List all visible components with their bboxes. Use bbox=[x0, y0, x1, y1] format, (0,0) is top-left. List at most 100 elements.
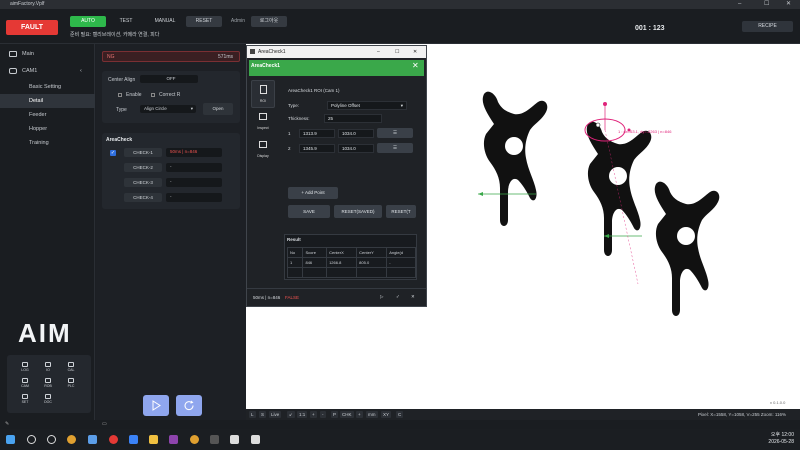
folder-icon[interactable] bbox=[149, 435, 158, 444]
cell-score: 846 bbox=[302, 257, 328, 268]
log-icon bbox=[22, 362, 28, 367]
logout-button[interactable]: 로그아웃 bbox=[251, 16, 287, 27]
recipe-button[interactable]: RECIPE bbox=[742, 21, 793, 32]
zoom-1-1-button[interactable]: 1:1 bbox=[297, 411, 308, 418]
zoom-in-button[interactable]: + bbox=[310, 411, 317, 418]
nav-item-hopper[interactable]: Hopper bbox=[0, 122, 95, 136]
maximize-icon[interactable]: ☐ bbox=[395, 46, 399, 58]
task-view-icon[interactable] bbox=[47, 435, 56, 444]
tool-label: IO bbox=[46, 368, 50, 372]
enable-checkbox[interactable] bbox=[118, 93, 122, 97]
type-select-value: Align Circle bbox=[144, 106, 167, 111]
aim-app-icon[interactable] bbox=[210, 435, 219, 444]
maximize-icon[interactable]: ☐ bbox=[764, 0, 769, 9]
tool-l-button[interactable]: L bbox=[249, 411, 256, 418]
close-icon[interactable]: ✕ bbox=[413, 46, 417, 58]
dialog-header: AreaCheck1 ✕ bbox=[249, 60, 424, 76]
type-select[interactable]: Align Circle ▾ bbox=[140, 105, 196, 113]
close-icon[interactable]: ✕ bbox=[786, 0, 791, 9]
reset-t-button[interactable]: RESET(T bbox=[386, 205, 416, 218]
c-button[interactable]: C bbox=[396, 411, 404, 418]
tab-display[interactable]: Display bbox=[251, 136, 275, 164]
point-2-y[interactable]: 1034.0 bbox=[338, 144, 374, 153]
windows-start-icon[interactable] bbox=[6, 435, 15, 444]
set-button[interactable]: SET bbox=[15, 391, 35, 411]
open-button[interactable]: Open bbox=[203, 103, 233, 115]
result-panel: Result No Score CenterX CenterY Angle(d … bbox=[284, 234, 417, 280]
chk-button[interactable]: CHK bbox=[340, 411, 354, 418]
nav-item-label: Main bbox=[22, 51, 34, 57]
point-2-menu-button[interactable]: ☰ bbox=[377, 143, 413, 153]
xy-button[interactable]: XY bbox=[381, 411, 392, 418]
taskbar-clock[interactable]: 오후 12:00 2026-05-28 bbox=[750, 432, 794, 446]
nav-item-detail[interactable]: Detail bbox=[0, 94, 95, 108]
check-1-checkbox[interactable]: ✓ bbox=[110, 150, 116, 156]
tool-label: DOC bbox=[44, 400, 52, 404]
tab-roi[interactable]: ROI bbox=[251, 80, 275, 108]
manual-button[interactable]: MANUAL bbox=[146, 16, 184, 27]
monitor-icon[interactable]: ▭ bbox=[102, 421, 107, 427]
reset-cycle-button[interactable] bbox=[176, 395, 202, 416]
roi-type-select[interactable]: Polyline Offset ▾ bbox=[327, 101, 407, 110]
check-3-button[interactable]: CHECK-3 bbox=[124, 178, 162, 187]
check-2-button[interactable]: CHECK-2 bbox=[124, 163, 162, 172]
check-1-button[interactable]: CHECK-1 bbox=[124, 148, 162, 157]
center-align-toggle[interactable]: OFF bbox=[140, 75, 198, 83]
correct-r-checkbox[interactable] bbox=[151, 93, 155, 97]
capture-icon[interactable] bbox=[230, 435, 239, 444]
chrome-icon[interactable] bbox=[67, 435, 76, 444]
plc-button[interactable]: PLC bbox=[61, 375, 81, 395]
check-icon[interactable]: ✓ bbox=[396, 294, 400, 300]
point-2-x[interactable]: 1345.9 bbox=[299, 144, 335, 153]
crosshair-button[interactable]: + bbox=[356, 411, 363, 418]
tools-icon[interactable]: ✎ bbox=[5, 421, 9, 427]
tab-inspect[interactable]: Inspect bbox=[251, 108, 275, 136]
run-button[interactable] bbox=[143, 395, 169, 416]
result-title: Result bbox=[287, 237, 301, 242]
fault-button[interactable]: FAULT bbox=[6, 20, 58, 35]
chevron-left-icon[interactable]: ‹ bbox=[80, 64, 82, 78]
nav-item-training[interactable]: Training bbox=[0, 136, 95, 150]
play-icon[interactable]: ▷ bbox=[380, 294, 383, 300]
save-button[interactable]: SAVE bbox=[288, 205, 330, 218]
cell-angle: - bbox=[386, 257, 416, 268]
live-button[interactable]: Live bbox=[269, 411, 282, 418]
nav-item-feeder[interactable]: Feeder bbox=[0, 108, 95, 122]
close-icon[interactable]: ✕ bbox=[411, 294, 415, 300]
test-button[interactable]: TEST bbox=[108, 16, 144, 27]
files-icon[interactable] bbox=[88, 435, 97, 444]
point-1-x[interactable]: 1313.9 bbox=[299, 129, 335, 138]
point-1-y[interactable]: 1034.0 bbox=[338, 129, 374, 138]
window-title: aimFactory.Vplf bbox=[10, 1, 45, 7]
top-toolbar: FAULT AUTO TEST MANUAL RESET Admin 로그아웃 … bbox=[0, 9, 800, 44]
close-icon[interactable]: ✕ bbox=[412, 61, 419, 70]
auto-button[interactable]: AUTO bbox=[70, 16, 106, 27]
browser-icon[interactable] bbox=[190, 435, 199, 444]
fit-button[interactable]: ↙ bbox=[287, 411, 295, 418]
point-1-menu-button[interactable]: ☰ bbox=[377, 128, 413, 138]
zoom-out-button[interactable]: - bbox=[320, 411, 326, 418]
search-icon[interactable] bbox=[27, 435, 36, 444]
check-4-button[interactable]: CHECK-4 bbox=[124, 193, 162, 202]
mm-button[interactable]: mm bbox=[366, 411, 378, 418]
add-point-button[interactable]: + Add Point bbox=[288, 187, 338, 199]
tool-s-button[interactable]: S bbox=[259, 411, 267, 418]
p-button[interactable]: P bbox=[331, 411, 339, 418]
nav-item-basic-setting[interactable]: Basic Setting bbox=[0, 80, 95, 94]
minimize-icon[interactable]: – bbox=[377, 46, 380, 58]
recorder-icon[interactable] bbox=[109, 435, 118, 444]
correct-r-label: Correct R bbox=[159, 92, 181, 98]
doc-button[interactable]: DOC bbox=[38, 391, 58, 411]
nav-item-cam1[interactable]: CAM1 ‹ bbox=[0, 64, 95, 78]
nav-item-main[interactable]: Main bbox=[0, 47, 95, 61]
thickness-input[interactable]: 25 bbox=[324, 114, 382, 123]
minimize-icon[interactable]: – bbox=[738, 0, 741, 9]
app-icon bbox=[250, 49, 255, 54]
remote-icon[interactable] bbox=[251, 435, 260, 444]
table-row[interactable]: 1 846 1266.8 805.0 - bbox=[286, 257, 416, 268]
reset-saved-button[interactable]: RESET(SAVED) bbox=[334, 205, 382, 218]
editor-icon[interactable] bbox=[129, 435, 138, 444]
vs-icon[interactable] bbox=[169, 435, 178, 444]
reset-button[interactable]: RESET bbox=[186, 16, 222, 27]
document-icon bbox=[260, 85, 267, 94]
